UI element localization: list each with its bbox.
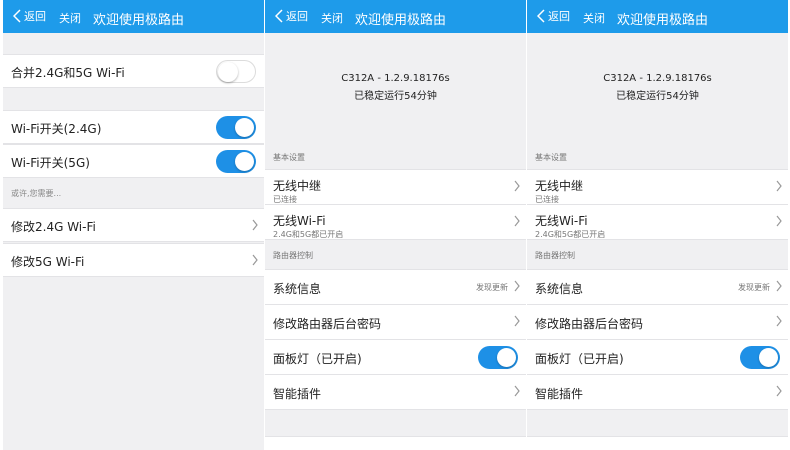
firmware-version: C312A - 1.2.9.18176s bbox=[603, 73, 712, 84]
update-available-text: 发现更新 bbox=[476, 283, 508, 292]
wireless-wifi-status: 2.4G和5G都已开启 bbox=[535, 230, 606, 239]
back-arrow-icon bbox=[537, 9, 545, 23]
firmware-version: C312A - 1.2.9.18176s bbox=[341, 73, 450, 84]
router-home-screen: 返回 关闭 欢迎使用极路由 C312A - 1.2.9.18176s 已稳定运行… bbox=[527, 0, 788, 450]
wireless-wifi-label: 无线Wi-Fi bbox=[273, 214, 326, 228]
uptime-text: 已稳定运行54分钟 bbox=[354, 91, 437, 102]
uptime-text: 已稳定运行54分钟 bbox=[616, 91, 699, 102]
wifi-24g-label: Wi-Fi开关(2.4G) bbox=[11, 122, 102, 136]
back-label: 返回 bbox=[286, 10, 308, 23]
wifi-5g-toggle[interactable] bbox=[216, 150, 256, 173]
back-label: 返回 bbox=[24, 10, 46, 23]
wifi-5g-label: Wi-Fi开关(5G) bbox=[11, 156, 90, 170]
page-title: 欢迎使用极路由 bbox=[355, 13, 447, 28]
panel-led-label: 面板灯（已开启) bbox=[535, 352, 624, 366]
chevron-right-icon bbox=[252, 254, 258, 266]
change-password-label: 修改路由器后台密码 bbox=[535, 317, 644, 331]
wifi-5g-row: Wi-Fi开关(5G) bbox=[3, 144, 264, 178]
smart-plugins-row[interactable]: 智能插件 bbox=[527, 374, 788, 410]
smart-plugins-label: 智能插件 bbox=[273, 387, 322, 401]
panel-led-label: 面板灯（已开启) bbox=[273, 352, 362, 366]
wireless-wifi-row[interactable]: 无线Wi-Fi 2.4G和5G都已开启 bbox=[527, 204, 788, 240]
change-password-row[interactable]: 修改路由器后台密码 bbox=[265, 304, 526, 340]
header-bar: 返回 关闭 欢迎使用极路由 bbox=[527, 0, 788, 33]
bottom-row-partial bbox=[527, 436, 788, 450]
section-router-control: 路由器控制 bbox=[535, 251, 575, 260]
hint-text: 或许,您需要... bbox=[11, 189, 62, 198]
system-info-label: 系统信息 bbox=[273, 282, 322, 296]
chevron-right-icon bbox=[514, 180, 520, 192]
bottom-row-partial bbox=[265, 436, 526, 450]
back-arrow-icon bbox=[275, 9, 283, 23]
wifi-24g-row: Wi-Fi开关(2.4G) bbox=[3, 110, 264, 144]
close-button[interactable]: 关闭 bbox=[321, 10, 343, 26]
back-label: 返回 bbox=[548, 10, 570, 23]
change-password-label: 修改路由器后台密码 bbox=[273, 317, 382, 331]
chevron-right-icon bbox=[514, 215, 520, 227]
section-basic-settings: 基本设置 bbox=[273, 153, 305, 162]
chevron-right-icon bbox=[776, 180, 782, 192]
chevron-right-icon bbox=[252, 219, 258, 231]
header-bar: 返回 关闭 欢迎使用极路由 bbox=[265, 0, 526, 33]
page-title: 欢迎使用极路由 bbox=[93, 13, 185, 28]
wireless-relay-row[interactable]: 无线中继 已连接 bbox=[265, 169, 526, 205]
chevron-right-icon bbox=[514, 385, 520, 397]
section-router-control: 路由器控制 bbox=[273, 251, 313, 260]
header-bar: 返回 关闭 欢迎使用极路由 bbox=[3, 0, 264, 33]
back-button[interactable]: 返回 bbox=[275, 8, 308, 24]
wireless-relay-label: 无线中继 bbox=[273, 179, 322, 193]
section-basic-settings: 基本设置 bbox=[535, 153, 567, 162]
system-info-row[interactable]: 系统信息 发现更新 bbox=[527, 269, 788, 305]
wifi-settings-screen: 返回 关闭 欢迎使用极路由 合并2.4G和5G Wi-Fi Wi-Fi开关(2.… bbox=[3, 0, 264, 450]
chevron-right-icon bbox=[776, 315, 782, 327]
back-button[interactable]: 返回 bbox=[537, 8, 570, 24]
edit-5g-label: 修改5G Wi-Fi bbox=[11, 255, 85, 269]
panel-led-toggle[interactable] bbox=[478, 346, 518, 369]
panel-led-row: 面板灯（已开启) bbox=[527, 339, 788, 375]
wireless-wifi-status: 2.4G和5G都已开启 bbox=[273, 230, 344, 239]
chevron-right-icon bbox=[514, 280, 520, 292]
wifi-24g-toggle[interactable] bbox=[216, 116, 256, 139]
edit-24g-label: 修改2.4G Wi-Fi bbox=[11, 220, 96, 234]
wireless-relay-label: 无线中继 bbox=[535, 179, 584, 193]
merge-wifi-label: 合并2.4G和5G Wi-Fi bbox=[11, 66, 125, 80]
page-title: 欢迎使用极路由 bbox=[617, 13, 709, 28]
wireless-relay-row[interactable]: 无线中继 已连接 bbox=[527, 169, 788, 205]
system-info-label: 系统信息 bbox=[535, 282, 584, 296]
smart-plugins-row[interactable]: 智能插件 bbox=[265, 374, 526, 410]
back-arrow-icon bbox=[13, 9, 21, 23]
panel-led-row: 面板灯（已开启) bbox=[265, 339, 526, 375]
merge-wifi-toggle[interactable] bbox=[216, 60, 256, 83]
edit-5g-row[interactable]: 修改5G Wi-Fi bbox=[3, 243, 264, 277]
chevron-right-icon bbox=[776, 215, 782, 227]
chevron-right-icon bbox=[776, 385, 782, 397]
smart-plugins-label: 智能插件 bbox=[535, 387, 584, 401]
close-button[interactable]: 关闭 bbox=[59, 10, 81, 26]
wireless-wifi-label: 无线Wi-Fi bbox=[535, 214, 588, 228]
edit-24g-row[interactable]: 修改2.4G Wi-Fi bbox=[3, 208, 264, 242]
panel-led-toggle[interactable] bbox=[740, 346, 780, 369]
merge-wifi-row: 合并2.4G和5G Wi-Fi bbox=[3, 54, 264, 88]
update-available-text: 发现更新 bbox=[738, 283, 770, 292]
router-home-screen: 返回 关闭 欢迎使用极路由 C312A - 1.2.9.18176s 已稳定运行… bbox=[265, 0, 526, 450]
chevron-right-icon bbox=[514, 315, 520, 327]
change-password-row[interactable]: 修改路由器后台密码 bbox=[527, 304, 788, 340]
system-info-row[interactable]: 系统信息 发现更新 bbox=[265, 269, 526, 305]
wireless-wifi-row[interactable]: 无线Wi-Fi 2.4G和5G都已开启 bbox=[265, 204, 526, 240]
back-button[interactable]: 返回 bbox=[13, 8, 46, 24]
close-button[interactable]: 关闭 bbox=[583, 10, 605, 26]
chevron-right-icon bbox=[776, 280, 782, 292]
